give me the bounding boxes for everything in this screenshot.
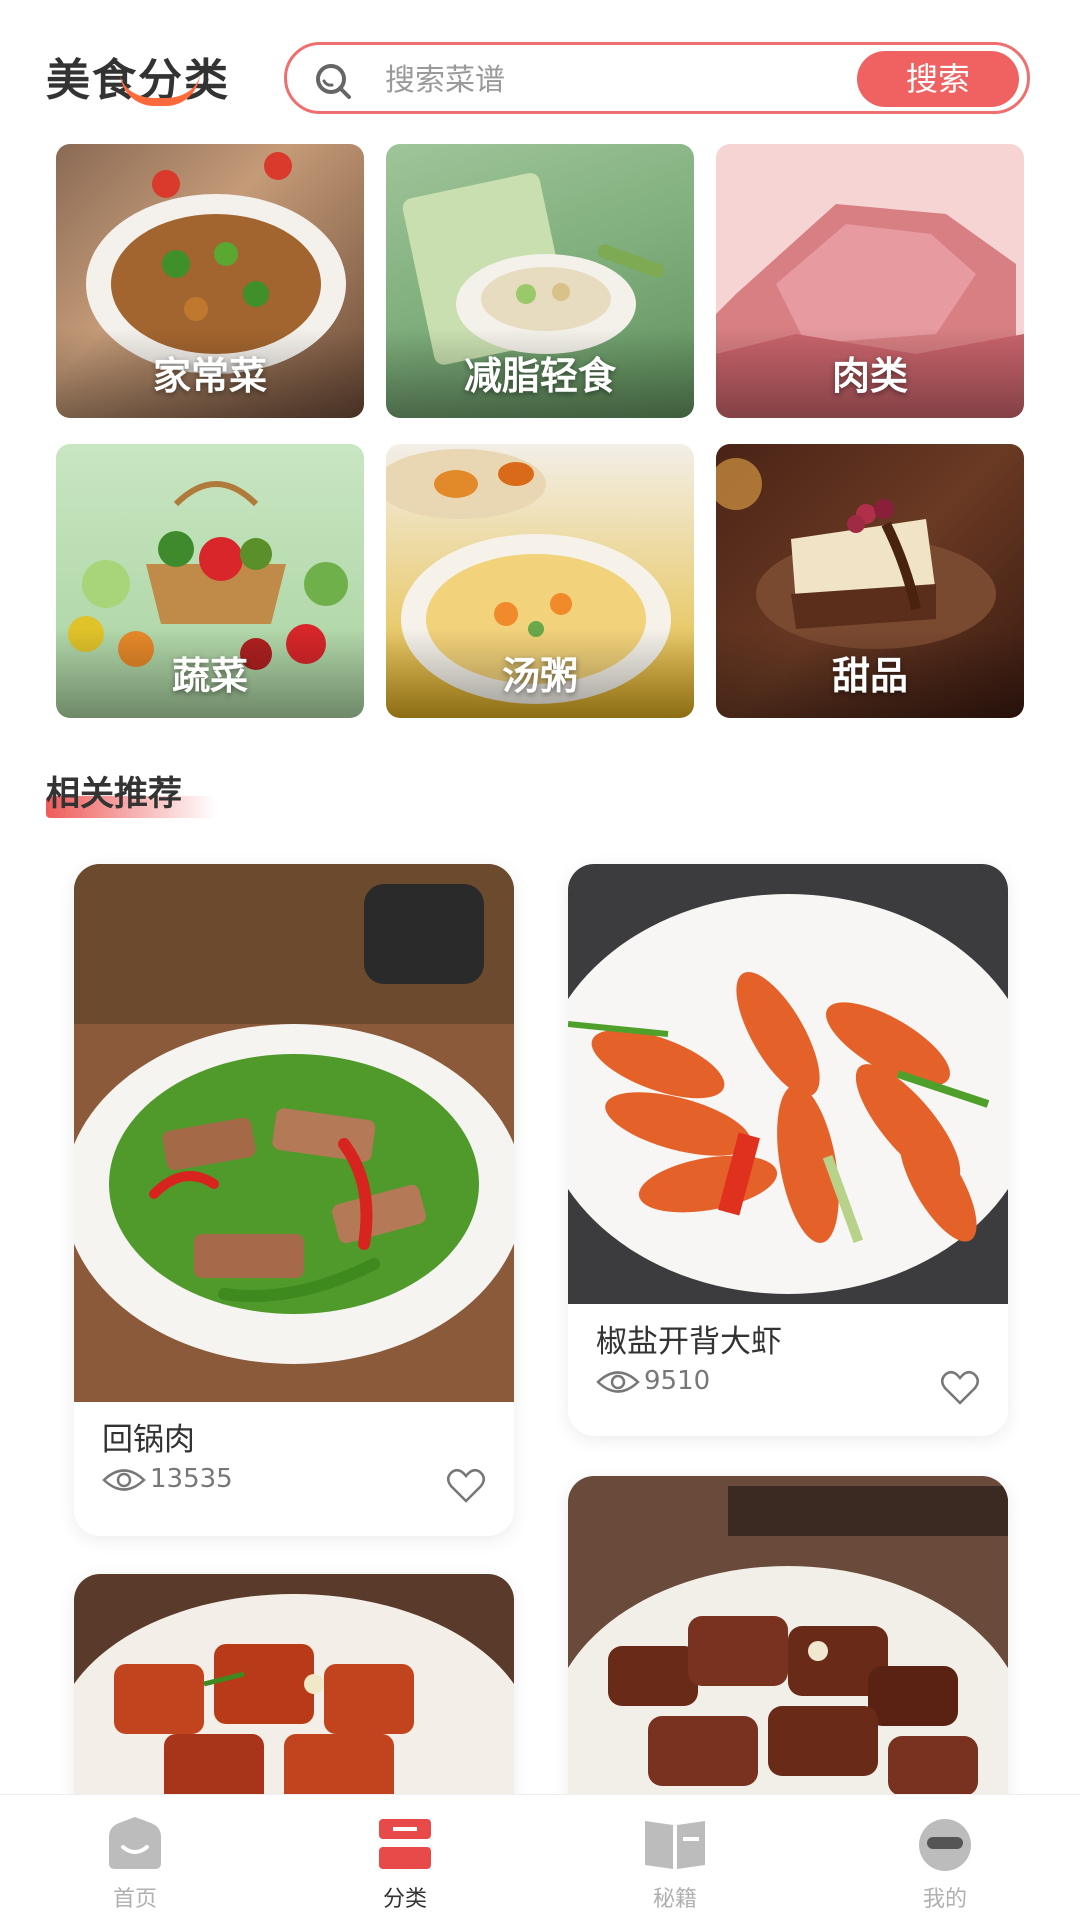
category-label: 家常菜 <box>152 354 267 398</box>
nav-profile[interactable]: 我的 <box>870 1795 1020 1921</box>
recipe-card[interactable] <box>568 1476 1008 1836</box>
search-input[interactable] <box>383 57 817 103</box>
nav-label: 分类 <box>382 1887 427 1912</box>
recipe-views: 13535 <box>102 1464 233 1494</box>
category-label: 汤粥 <box>501 654 578 698</box>
nav-label: 首页 <box>112 1887 157 1912</box>
category-label: 减脂轻食 <box>463 354 616 398</box>
recipe-name: 回锅肉 <box>102 1422 195 1458</box>
heart-icon[interactable] <box>446 1468 486 1504</box>
nav-label: 秘籍 <box>652 1887 697 1912</box>
heart-icon[interactable] <box>940 1370 980 1406</box>
nav-tips[interactable]: 秘籍 <box>600 1795 750 1921</box>
book-icon <box>645 1821 705 1869</box>
category-soup[interactable]: 汤粥 <box>386 444 694 718</box>
home-icon <box>109 1817 161 1869</box>
eye-icon <box>102 1468 146 1491</box>
category-meat[interactable]: 肉类 <box>716 144 1024 418</box>
recipe-views: 9510 <box>596 1366 710 1396</box>
nav-category[interactable]: 分类 <box>330 1795 480 1921</box>
category-dessert[interactable]: 甜品 <box>716 444 1024 718</box>
eye-icon <box>596 1370 640 1393</box>
nav-home[interactable]: 首页 <box>60 1795 210 1921</box>
search-button[interactable]: 搜索 <box>857 51 1019 107</box>
recipe-name: 椒盐开背大虾 <box>596 1324 782 1360</box>
recipe-card[interactable]: 回锅肉 13535 <box>74 864 514 1536</box>
bottom-nav: 首页 分类 秘籍 我的 <box>0 1794 1080 1921</box>
category-vegetables[interactable]: 蔬菜 <box>56 444 364 718</box>
nav-label: 我的 <box>922 1887 967 1912</box>
recipe-view-count: 13535 <box>150 1464 233 1494</box>
recipe-view-count: 9510 <box>644 1366 711 1396</box>
profile-icon <box>919 1819 971 1871</box>
recipe-image <box>568 864 1008 1304</box>
recipe-image <box>568 1476 1008 1836</box>
search-icon <box>316 64 351 99</box>
header: 美食分类 搜索 <box>0 0 1080 140</box>
category-light-meals[interactable]: 减脂轻食 <box>386 144 694 418</box>
recipe-card[interactable]: 椒盐开背大虾 9510 <box>568 864 1008 1436</box>
recipe-image <box>74 864 514 1402</box>
category-icon <box>379 1819 431 1869</box>
section-title: 相关推荐 <box>46 774 182 814</box>
category-label: 肉类 <box>831 354 908 398</box>
category-label: 蔬菜 <box>171 654 248 698</box>
search-bar[interactable]: 搜索 <box>284 42 1030 114</box>
category-label: 甜品 <box>831 654 908 698</box>
category-home-cooking[interactable]: 家常菜 <box>56 144 364 418</box>
section-heading: 相关推荐 <box>46 766 216 818</box>
